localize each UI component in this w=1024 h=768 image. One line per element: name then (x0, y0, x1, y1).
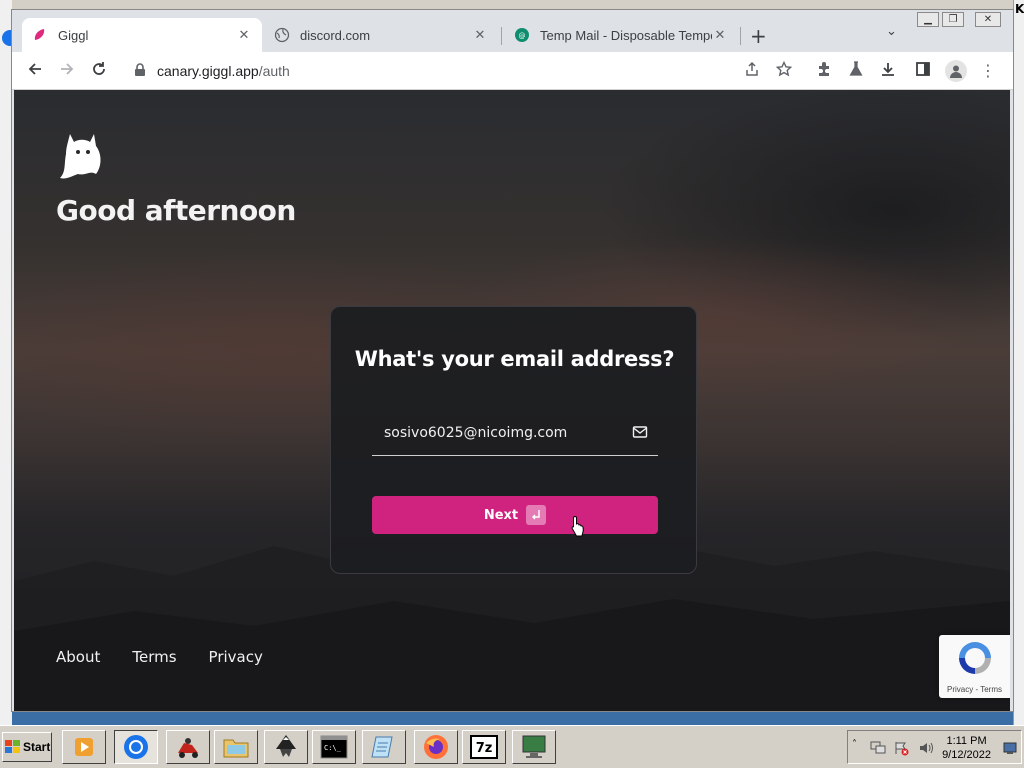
taskbar-remote-desktop[interactable] (512, 730, 556, 764)
email-field (372, 419, 658, 456)
clock-date: 9/12/2022 (942, 749, 991, 761)
start-label: Start (23, 740, 51, 754)
giggl-ghost-logo-icon (60, 134, 101, 179)
computer-icon (522, 735, 546, 758)
enter-key-icon (526, 505, 547, 525)
footer-link-terms[interactable]: Terms (132, 648, 176, 666)
taskbar-file-explorer[interactable] (214, 730, 258, 764)
firefox-icon (424, 735, 448, 759)
bookmark-star-icon[interactable] (774, 60, 794, 81)
forward-icon[interactable] (57, 61, 77, 81)
taskbar-firefox[interactable] (414, 730, 458, 764)
notepad-icon (371, 736, 393, 758)
background-window-edge-right: K (1013, 0, 1024, 725)
page-viewport: Good afternoon What's your email address… (14, 90, 1010, 711)
email-input[interactable] (384, 425, 624, 441)
svg-text:@: @ (519, 32, 526, 40)
taskbar-command-prompt[interactable]: C:\_ (312, 730, 356, 764)
footer-link-privacy[interactable]: Privacy (209, 648, 263, 666)
7zip-icon: 7z (470, 735, 498, 759)
footer-links: About Terms Privacy (56, 648, 263, 666)
giggl-favicon-icon (34, 29, 45, 40)
card-title: What's your email address? (354, 347, 675, 371)
show-hidden-icons-icon[interactable]: ˄ (852, 739, 857, 750)
recaptcha-terms[interactable]: Privacy - Terms (939, 685, 1010, 694)
taskbar-chrome[interactable] (114, 730, 158, 764)
browser-window: Giggl ✕ discord.com ✕ @ Temp Mail - Disp… (11, 9, 1014, 712)
close-window-button[interactable]: ✕ (975, 12, 1001, 27)
folder-icon (223, 739, 249, 758)
globe-icon (274, 27, 290, 43)
taskbar-7zip[interactable]: 7z (462, 730, 506, 764)
close-tab-icon[interactable]: ✕ (236, 27, 252, 43)
lock-icon (135, 63, 145, 76)
media-player-icon (75, 738, 93, 756)
svg-text:C:\_: C:\_ (324, 744, 342, 752)
clock-time: 1:11 PM (946, 735, 987, 747)
download-icon[interactable] (878, 61, 898, 81)
profile-avatar-icon[interactable] (945, 60, 967, 82)
back-icon[interactable] (25, 61, 45, 81)
mail-icon (632, 426, 648, 438)
close-icon[interactable]: K (1015, 2, 1024, 16)
game-kart-icon (178, 738, 198, 758)
taskbar-inkscape[interactable] (264, 730, 308, 764)
tab-discord[interactable]: discord.com ✕ (264, 18, 498, 52)
taskbar-media-player[interactable] (62, 730, 106, 764)
menu-kebab-icon[interactable]: ⋮ (978, 61, 998, 81)
tab-separator (501, 27, 502, 45)
tab-separator (740, 27, 741, 45)
url-path: /auth (258, 63, 290, 79)
svg-text:7z: 7z (476, 741, 493, 756)
close-tab-icon[interactable]: ✕ (472, 27, 488, 43)
network-icon[interactable] (870, 741, 886, 755)
tab-giggl[interactable]: Giggl ✕ (22, 18, 262, 52)
address-bar[interactable]: canary.giggl.app/auth (124, 56, 801, 86)
extensions-icon[interactable] (814, 61, 834, 81)
email-card: What's your email address? Next (330, 306, 697, 574)
footer-link-about[interactable]: About (56, 648, 100, 666)
action-center-icon[interactable] (893, 740, 909, 756)
share-icon[interactable] (742, 61, 762, 81)
taskbar-notepad[interactable] (362, 730, 406, 764)
close-tab-icon[interactable]: ✕ (712, 27, 728, 43)
windows-logo-icon (5, 740, 20, 753)
tab-title: Giggl (58, 27, 89, 43)
recaptcha-logo-icon (959, 642, 991, 674)
show-desktop-icon[interactable] (1003, 741, 1017, 755)
labs-flask-icon[interactable] (846, 61, 866, 81)
taskbar-game[interactable] (166, 730, 210, 764)
recaptcha-badge[interactable]: Privacy - Terms (939, 635, 1010, 698)
tab-search-icon[interactable]: ⌄ (886, 24, 897, 39)
temp-mail-favicon-icon: @ (515, 28, 529, 42)
system-tray: ˄ 1:11 PM 9/12/2022 (847, 730, 1022, 764)
volume-icon[interactable] (918, 741, 934, 755)
side-panel-icon[interactable] (913, 61, 933, 81)
start-button[interactable]: Start (2, 732, 52, 762)
new-tab-button[interactable]: + (750, 24, 767, 48)
greeting-heading: Good afternoon (56, 194, 296, 227)
browser-toolbar: canary.giggl.app/auth ⋮ (12, 52, 1013, 90)
next-button[interactable]: Next (372, 496, 658, 534)
tab-title: discord.com (300, 27, 371, 43)
tab-title: Temp Mail - Disposable Temporary (540, 27, 712, 43)
url-host: canary.giggl.app (157, 63, 259, 79)
chrome-icon (124, 735, 148, 759)
minimize-button[interactable]: ▁ (917, 12, 939, 27)
taskbar: Start C:\_ 7z ˄ 1:11 PM 9/12/2022 (0, 725, 1024, 768)
inkscape-icon (276, 735, 296, 757)
url-text: canary.giggl.app/auth (157, 63, 290, 79)
command-prompt-icon: C:\_ (320, 735, 348, 759)
next-button-label: Next (483, 507, 519, 523)
clock[interactable]: 1:11 PM 9/12/2022 (942, 734, 991, 762)
reload-icon[interactable] (89, 61, 109, 81)
hand-cursor-icon (571, 515, 584, 537)
tab-strip: Giggl ✕ discord.com ✕ @ Temp Mail - Disp… (12, 10, 1013, 52)
tab-temp-mail[interactable]: @ Temp Mail - Disposable Temporary ✕ (504, 18, 738, 52)
restore-button[interactable]: ❐ (942, 12, 964, 27)
